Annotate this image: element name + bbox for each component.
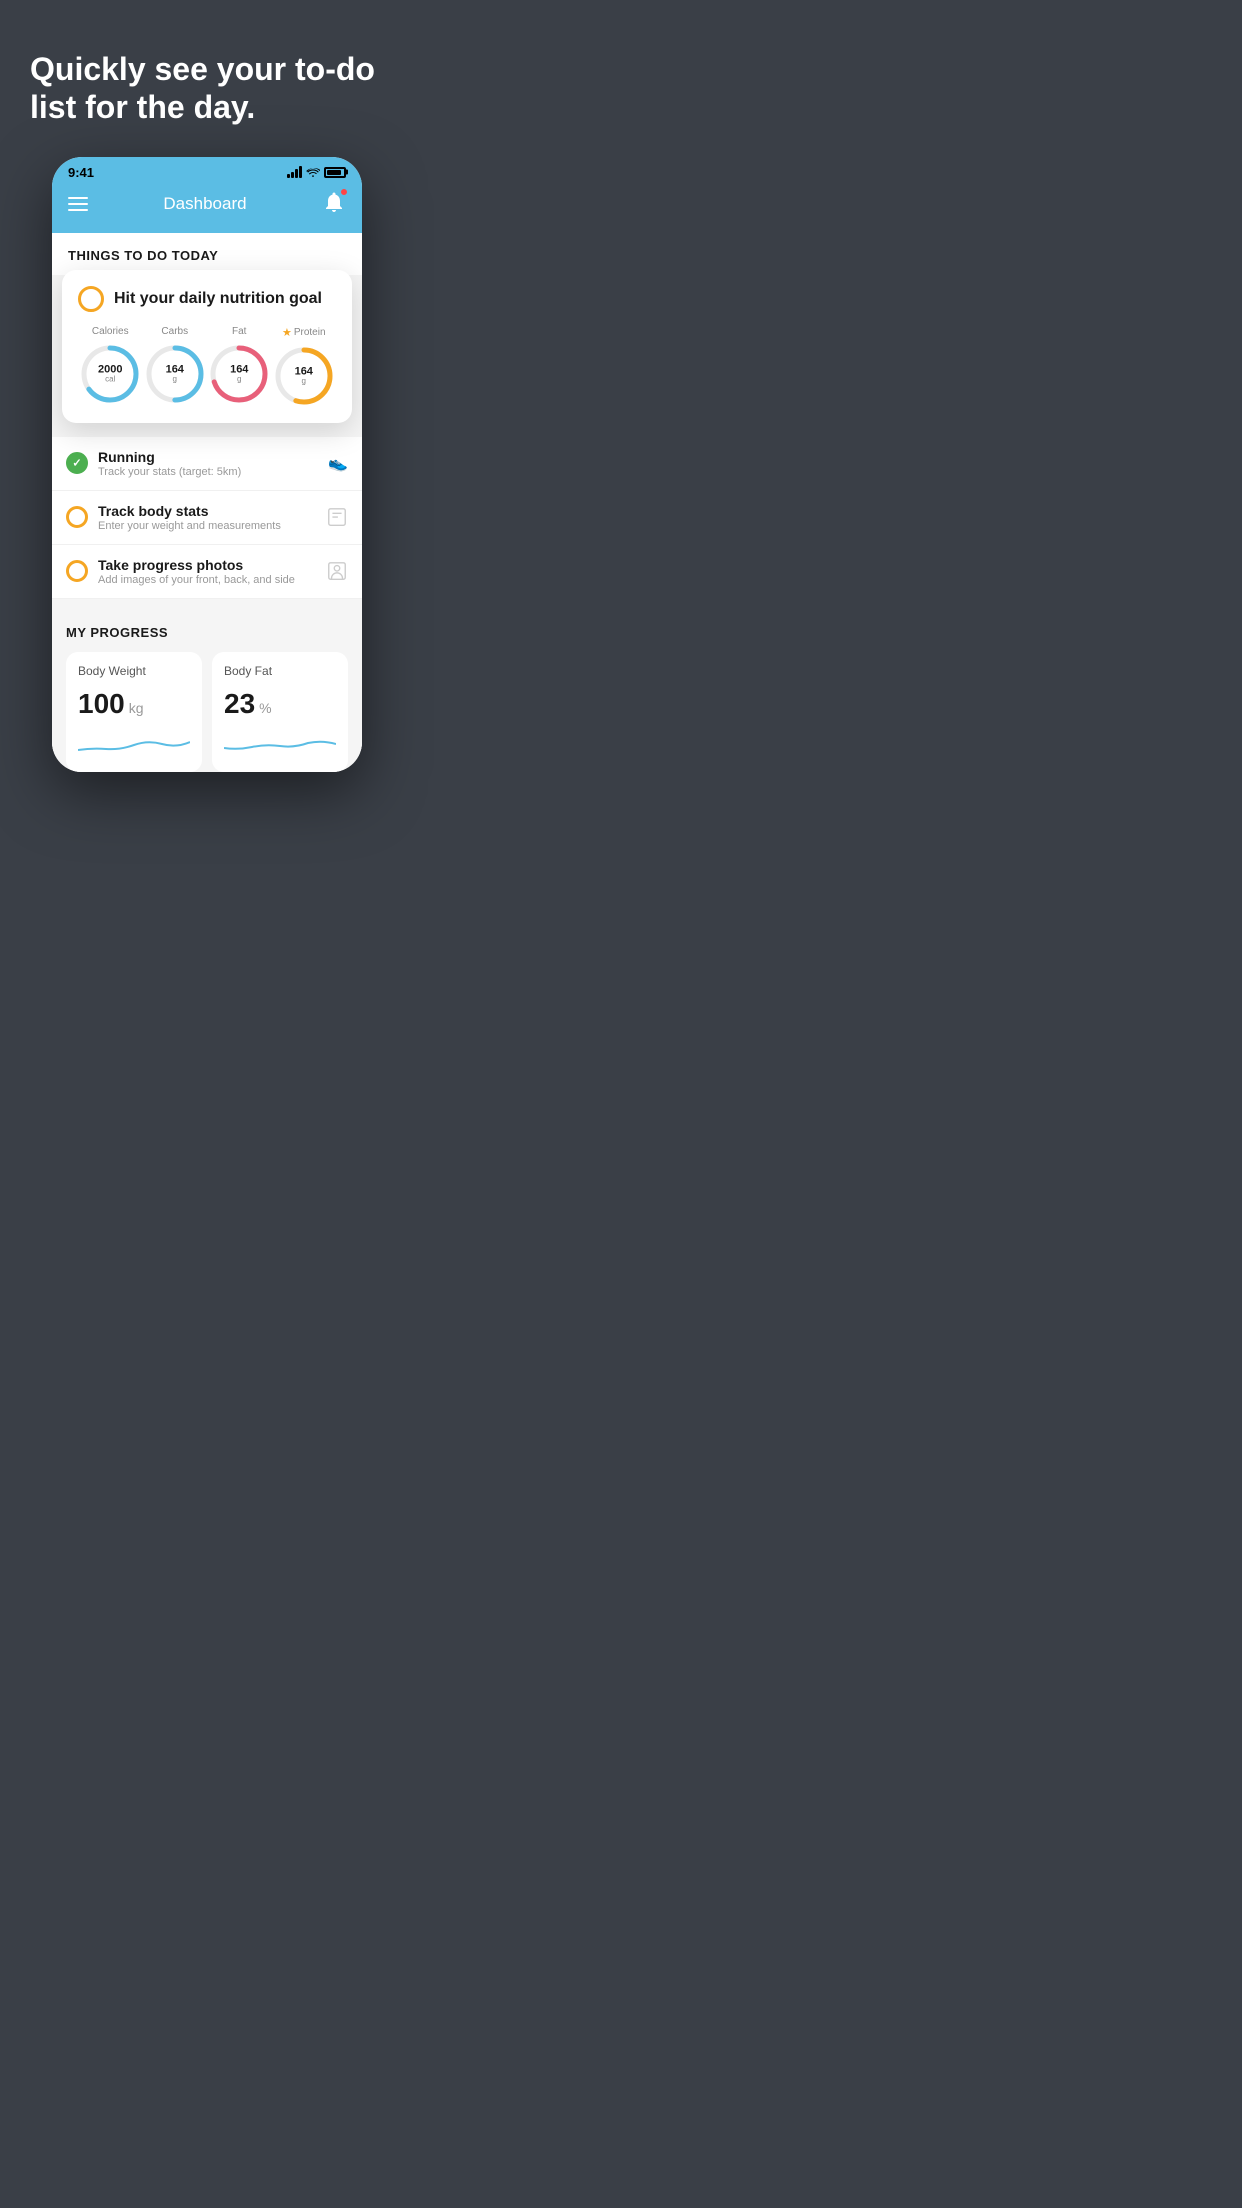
nutrition-item-carbs: Carbs 164 g [144, 326, 206, 405]
body-weight-chart [78, 730, 190, 760]
progress-cards-row: Body Weight 100 kg Body Fat 23 [66, 652, 348, 772]
bell-badge [340, 188, 348, 196]
battery-icon [324, 167, 346, 178]
app-bar-title: Dashboard [163, 194, 246, 214]
status-time: 9:41 [68, 165, 94, 180]
carbs-unit: g [166, 375, 184, 384]
phone-frame: 9:41 Dashboard THINGS T [52, 157, 362, 772]
nutrition-circles-row: Calories 2000 cal Carbs [78, 326, 336, 407]
nutrition-card-title: Hit your daily nutrition goal [114, 290, 322, 308]
body-fat-chart [224, 730, 336, 760]
photos-check-circle [66, 560, 88, 582]
body-weight-card[interactable]: Body Weight 100 kg [66, 652, 202, 772]
status-bar: 9:41 [52, 157, 362, 180]
hamburger-menu-icon[interactable] [68, 197, 88, 211]
body-weight-value: 100 [78, 688, 125, 720]
calories-donut: 2000 cal [79, 343, 141, 405]
todo-item-body-stats[interactable]: Track body stats Enter your weight and m… [52, 491, 362, 545]
star-icon: ★ [282, 326, 292, 339]
body-weight-unit: kg [129, 700, 144, 716]
nutrition-item-protein: ★ Protein 164 g [273, 326, 335, 407]
protein-label-wrap: ★ Protein [282, 326, 326, 339]
status-icons [287, 166, 346, 178]
carbs-donut: 164 g [144, 343, 206, 405]
notification-bell-wrap[interactable] [322, 190, 346, 219]
photos-text: Take progress photos Add images of your … [98, 557, 316, 586]
running-title: Running [98, 449, 318, 465]
calories-label: Calories [92, 326, 129, 337]
todo-list: Running Track your stats (target: 5km) 👟… [52, 437, 362, 599]
nutrition-card-header: Hit your daily nutrition goal [78, 286, 336, 312]
body-weight-title: Body Weight [78, 664, 190, 678]
running-subtitle: Track your stats (target: 5km) [98, 466, 318, 478]
body-fat-unit: % [259, 700, 271, 716]
scale-icon [326, 506, 348, 528]
portrait-icon [326, 560, 348, 582]
wifi-icon [306, 166, 320, 178]
protein-unit: g [295, 377, 313, 386]
body-stats-check-circle [66, 506, 88, 528]
calories-unit: cal [98, 375, 122, 384]
progress-section: MY PROGRESS Body Weight 100 kg [52, 609, 362, 772]
phone-content: THINGS TO DO TODAY Hit your daily nutrit… [52, 233, 362, 772]
body-weight-value-wrap: 100 kg [78, 688, 190, 720]
signal-icon [287, 166, 302, 178]
things-to-do-header: THINGS TO DO TODAY [52, 233, 362, 275]
body-fat-value-wrap: 23 % [224, 688, 336, 720]
fat-unit: g [230, 375, 248, 384]
running-check-circle [66, 452, 88, 474]
things-to-do-title: THINGS TO DO TODAY [68, 248, 218, 263]
photos-title: Take progress photos [98, 557, 316, 573]
fat-label: Fat [232, 326, 246, 337]
protein-label: Protein [294, 327, 326, 338]
nutrition-item-calories: Calories 2000 cal [79, 326, 141, 405]
app-bar: Dashboard [52, 180, 362, 233]
todo-item-running[interactable]: Running Track your stats (target: 5km) 👟 [52, 437, 362, 491]
nutrition-item-fat: Fat 164 g [208, 326, 270, 405]
running-text: Running Track your stats (target: 5km) [98, 449, 318, 478]
body-stats-title: Track body stats [98, 503, 316, 519]
nutrition-check-circle[interactable] [78, 286, 104, 312]
hero-title: Quickly see your to-do list for the day. [30, 50, 384, 127]
body-stats-subtitle: Enter your weight and measurements [98, 520, 316, 532]
protein-donut: 164 g [273, 345, 335, 407]
body-stats-text: Track body stats Enter your weight and m… [98, 503, 316, 532]
body-fat-title: Body Fat [224, 664, 336, 678]
progress-section-title: MY PROGRESS [66, 625, 348, 640]
photos-subtitle: Add images of your front, back, and side [98, 574, 316, 586]
hero-section: Quickly see your to-do list for the day. [0, 0, 414, 147]
nutrition-card: Hit your daily nutrition goal Calories 2… [62, 270, 352, 423]
body-fat-value: 23 [224, 688, 255, 720]
carbs-label: Carbs [161, 326, 188, 337]
fat-donut: 164 g [208, 343, 270, 405]
running-icon: 👟 [328, 453, 348, 473]
todo-item-progress-photos[interactable]: Take progress photos Add images of your … [52, 545, 362, 599]
body-fat-card[interactable]: Body Fat 23 % [212, 652, 348, 772]
